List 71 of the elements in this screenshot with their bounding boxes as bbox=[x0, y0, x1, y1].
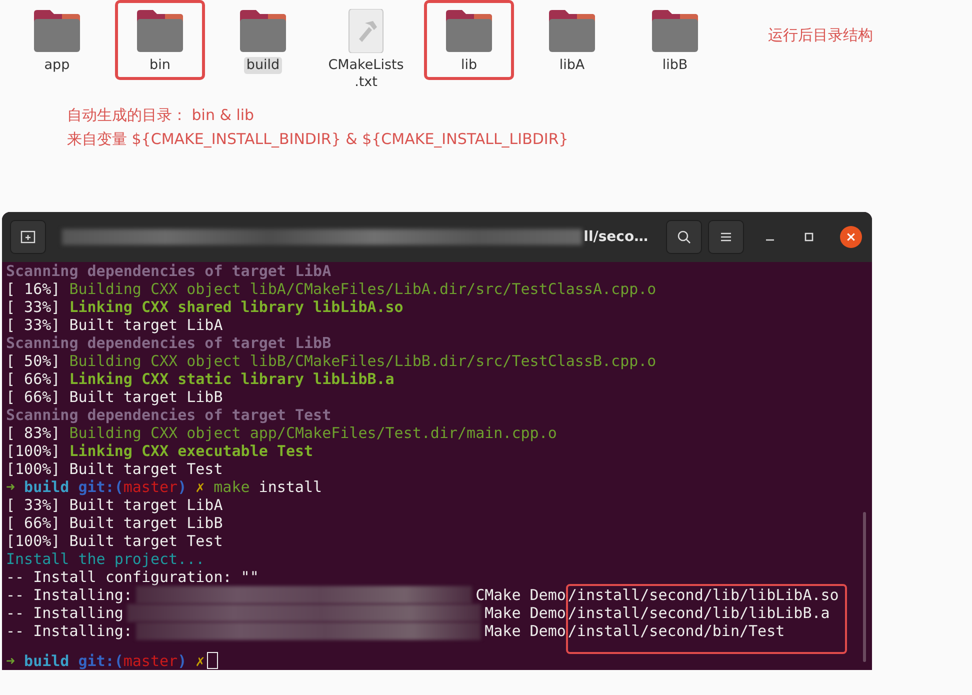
command-name: make bbox=[214, 478, 250, 496]
close-button[interactable] bbox=[840, 226, 862, 248]
terminal-line: -- Installing: bbox=[6, 622, 132, 640]
terminal-line: [ 66%] Built target LibB bbox=[6, 388, 224, 406]
progress-text: [ 66%] bbox=[6, 370, 60, 388]
terminal-line: Linking CXX shared library libLibA.so bbox=[69, 298, 404, 316]
terminal-line: -- Installing: bbox=[6, 586, 132, 604]
terminal-line: CMake Demo bbox=[476, 586, 566, 604]
annotation-text: 运行后目录结构 bbox=[768, 26, 873, 45]
terminal-line: -- Installing bbox=[6, 604, 124, 622]
git-label: ) bbox=[178, 478, 187, 496]
folder-icon[interactable] bbox=[238, 9, 288, 53]
progress-text: [100%] bbox=[6, 442, 60, 460]
search-icon[interactable] bbox=[676, 229, 692, 245]
file-name[interactable]: lib bbox=[424, 57, 514, 74]
terminal-line: Make Demo bbox=[484, 604, 566, 622]
file-name[interactable]: CMakeLists.txt bbox=[321, 57, 411, 91]
window-title: ll/seco… bbox=[584, 229, 648, 245]
branch-name: master bbox=[123, 652, 178, 670]
terminal-line: [100%] Built target Test bbox=[6, 460, 224, 478]
file-path: /install/second/lib/libLibB.a bbox=[568, 604, 831, 622]
new-tab-icon[interactable] bbox=[10, 220, 46, 254]
prompt-arrow: ➜ bbox=[6, 478, 16, 496]
annotation-text: 自动生成的目录： bin & lib bbox=[67, 105, 256, 126]
terminal-line: -- Install configuration: "" bbox=[6, 568, 260, 586]
folder-icon[interactable] bbox=[135, 9, 185, 53]
menu-button[interactable] bbox=[708, 220, 744, 254]
progress-text: [ 33%] bbox=[6, 298, 60, 316]
file-name[interactable]: libB bbox=[630, 57, 720, 74]
terminal-line: [ 33%] Built target LibA bbox=[6, 496, 224, 514]
file-name[interactable]: app bbox=[12, 57, 102, 74]
file-name[interactable]: libA bbox=[527, 57, 617, 74]
branch-name: master bbox=[123, 478, 178, 496]
file-name[interactable]: bin bbox=[115, 57, 205, 74]
terminal-line: Building CXX object libA/CMakeFiles/LibA.dir/src/TestClassA.cpp.o bbox=[69, 280, 656, 298]
command-args: install bbox=[258, 478, 322, 496]
file-name[interactable]: build bbox=[244, 57, 282, 74]
maximize-icon[interactable] bbox=[803, 231, 816, 243]
progress-text: [ 16%] bbox=[6, 280, 60, 298]
terminal-line: Scanning dependencies of target LibB bbox=[6, 334, 332, 352]
progress-text: [ 50%] bbox=[6, 352, 60, 370]
dirty-mark: ✗ bbox=[196, 652, 205, 670]
search-button[interactable] bbox=[666, 220, 702, 254]
dirty-mark: ✗ bbox=[196, 478, 205, 496]
annotation-text: 来自变量 ${CMAKE_INSTALL_BINDIR} & ${CMAKE_INSTALL_LIBDIR} bbox=[67, 129, 570, 150]
file-path: /install/second/lib/libLibA.so bbox=[568, 586, 839, 604]
git-label: git:( bbox=[78, 478, 124, 496]
folder-icon[interactable] bbox=[32, 9, 82, 53]
terminal-line: [100%] Built target Test bbox=[6, 532, 224, 550]
folder-icon[interactable] bbox=[444, 9, 494, 53]
prompt-directory: build bbox=[24, 478, 70, 496]
terminal-line: Linking CXX executable Test bbox=[69, 442, 314, 460]
prompt-arrow: ➜ bbox=[6, 652, 16, 670]
folder-icon[interactable] bbox=[547, 9, 597, 53]
prompt-directory: build bbox=[24, 652, 70, 670]
terminal-line: Building CXX object app/CMakeFiles/Test.dir/main.cpp.o bbox=[69, 424, 557, 442]
terminal-line: Scanning dependencies of target Test bbox=[6, 406, 332, 424]
git-label: ) bbox=[178, 652, 187, 670]
terminal-line: Install the project... bbox=[6, 550, 206, 568]
terminal-line: Building CXX object libB/CMakeFiles/LibB.dir/src/TestClassB.cpp.o bbox=[69, 352, 656, 370]
terminal-line: [ 33%] Built target LibA bbox=[6, 316, 224, 334]
terminal-line: Make Demo bbox=[484, 622, 566, 640]
close-icon[interactable] bbox=[846, 232, 856, 242]
progress-text: [ 83%] bbox=[6, 424, 60, 442]
terminal-line: Scanning dependencies of target LibA bbox=[6, 262, 332, 280]
terminal-line: Linking CXX static library libLibB.a bbox=[69, 370, 394, 388]
folder-icon[interactable] bbox=[650, 9, 700, 53]
file-path: /install/second/bin/Test bbox=[568, 622, 786, 640]
terminal-line: [ 66%] Built target LibB bbox=[6, 514, 224, 532]
git-label: git:( bbox=[78, 652, 124, 670]
scrollbar[interactable] bbox=[863, 512, 866, 662]
